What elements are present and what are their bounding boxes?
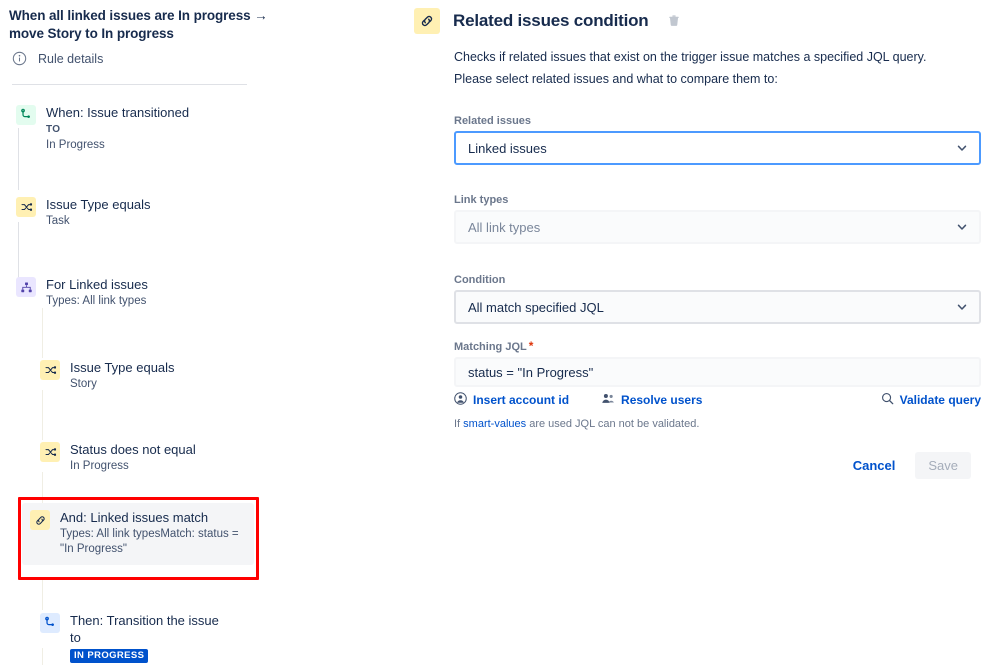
field-condition: Condition All match specified JQL: [454, 274, 981, 324]
form-actions: Cancel Save: [845, 452, 971, 479]
save-button[interactable]: Save: [915, 452, 971, 479]
link-types-value: All link types: [468, 219, 541, 235]
tree-node-text: Status does not equal In Progress: [70, 441, 196, 474]
field-label: Condition: [454, 274, 506, 286]
resolve-users-link[interactable]: Resolve users: [601, 392, 702, 408]
field-label: Matching JQL *: [454, 339, 534, 353]
matching-jql-value: status = "In Progress": [468, 364, 594, 380]
tree-node-subcaps: TO: [46, 124, 61, 135]
tree-node-title: When: Issue transitioned: [46, 105, 190, 120]
condition-config-panel: Related issues condition Checks if relat…: [410, 0, 999, 665]
person-icon: [454, 392, 467, 408]
tree-node-text: Issue Type equals Story: [70, 359, 175, 392]
cancel-button[interactable]: Cancel: [845, 453, 904, 478]
tree-node-text: And: Linked issues match Types: All link…: [60, 509, 245, 557]
tree-connector-nested: [42, 580, 43, 610]
link-types-select[interactable]: All link types: [454, 210, 981, 244]
validate-query-label: Validate query: [899, 393, 981, 407]
automation-rule-editor: When all linked issues are In progress →…: [0, 0, 999, 665]
page-title: When all linked issues are In progress →…: [9, 8, 268, 41]
related-issues-value: Linked issues: [468, 140, 547, 156]
tree-node-sub: Types: All link types: [46, 295, 147, 307]
chevron-down-icon: [956, 142, 968, 154]
info-icon: [12, 51, 27, 66]
chevron-down-icon: [956, 221, 968, 233]
condition-icon: [16, 197, 36, 217]
tree-node-sub: In Progress: [46, 139, 105, 151]
matching-jql-input[interactable]: status = "In Progress": [454, 357, 981, 387]
chevron-down-icon: [956, 301, 968, 313]
field-label: Related issues: [454, 115, 532, 127]
panel-header: Related issues condition: [414, 8, 682, 34]
rule-tree-panel: When all linked issues are In progress →…: [0, 0, 400, 665]
field-link-types: Link types All link types: [454, 194, 981, 244]
tree-node-text: Issue Type equals Task: [46, 196, 151, 229]
jql-hint: If smart-values are used JQL can not be …: [454, 418, 699, 430]
tree-node-sub: Story: [70, 378, 97, 390]
tree-node-title: Status does not equal: [70, 442, 196, 457]
search-icon: [881, 392, 894, 408]
status-badge: IN PROGRESS: [70, 649, 149, 663]
insert-account-id-link[interactable]: Insert account id: [454, 392, 569, 408]
hint-suffix: are used JQL can not be validated.: [526, 418, 700, 430]
hint-prefix: If: [454, 418, 464, 430]
tree-node-sub: Task: [46, 215, 70, 227]
tree-node-text: Then: Transition the issue to IN PROGRES…: [70, 612, 230, 663]
field-label: Link types: [454, 194, 509, 206]
tree-node-issue-type-equals-task[interactable]: Issue Type equals Task: [8, 192, 157, 233]
tree-connector-nested: [42, 308, 43, 358]
condition-icon: [40, 442, 60, 462]
related-issues-select[interactable]: Linked issues: [454, 131, 981, 165]
rule-details-label: Rule details: [38, 51, 104, 66]
tree-node-text: For Linked issues Types: All link types: [46, 276, 148, 309]
rule-details-link[interactable]: Rule details: [12, 51, 103, 66]
tree-node-title: And: Linked issues match: [60, 510, 209, 525]
transition-icon: [40, 613, 60, 633]
tree-node-for-linked-issues[interactable]: For Linked issues Types: All link types: [8, 272, 154, 313]
branch-icon: [16, 277, 36, 297]
link-icon: [30, 510, 50, 530]
validate-query-link[interactable]: Validate query: [881, 392, 981, 408]
tree-node-when-issue-transitioned[interactable]: When: Issue transitioned TO In Progress: [8, 100, 195, 157]
field-matching-jql: Matching JQL * status = "In Progress": [454, 339, 981, 387]
smart-values-link[interactable]: smart-values: [463, 418, 526, 430]
tree-node-sub: Types: All link typesMatch: status = "In…: [60, 528, 239, 555]
tree-node-title: Issue Type equals: [70, 360, 175, 375]
header-divider: [12, 84, 247, 85]
trash-icon[interactable]: [666, 13, 682, 29]
tree-node-title: For Linked issues: [46, 277, 148, 292]
jql-action-links: Insert account id Resolve users Validate…: [454, 392, 981, 408]
required-asterisk: *: [528, 339, 534, 353]
insert-account-id-label: Insert account id: [473, 393, 570, 407]
panel-title: Related issues condition: [453, 11, 649, 30]
tree-node-then-transition-the-issue[interactable]: Then: Transition the issue to IN PROGRES…: [32, 608, 236, 665]
panel-description-1: Checks if related issues that exist on t…: [454, 50, 927, 64]
condition-value: All match specified JQL: [468, 299, 604, 315]
panel-description-2: Please select related issues and what to…: [454, 72, 778, 86]
field-related-issues: Related issues Linked issues: [454, 115, 981, 165]
tree-node-title: Issue Type equals: [46, 197, 151, 212]
resolve-users-label: Resolve users: [621, 393, 703, 407]
condition-icon: [40, 360, 60, 380]
tree-node-issue-type-equals-story[interactable]: Issue Type equals Story: [32, 355, 181, 396]
people-icon: [601, 392, 615, 408]
link-icon: [414, 8, 440, 34]
tree-node-title: Then: Transition the issue to: [70, 613, 219, 645]
tree-connector-nested: [42, 390, 43, 440]
transition-icon: [16, 105, 36, 125]
tree-node-sub: In Progress: [70, 460, 129, 472]
tree-node-text: When: Issue transitioned TO In Progress: [46, 104, 189, 153]
tree-node-status-does-not-equal[interactable]: Status does not equal In Progress: [32, 437, 202, 478]
tree-node-and-linked-issues-match[interactable]: And: Linked issues match Types: All link…: [22, 503, 254, 565]
condition-select[interactable]: All match specified JQL: [454, 290, 981, 324]
